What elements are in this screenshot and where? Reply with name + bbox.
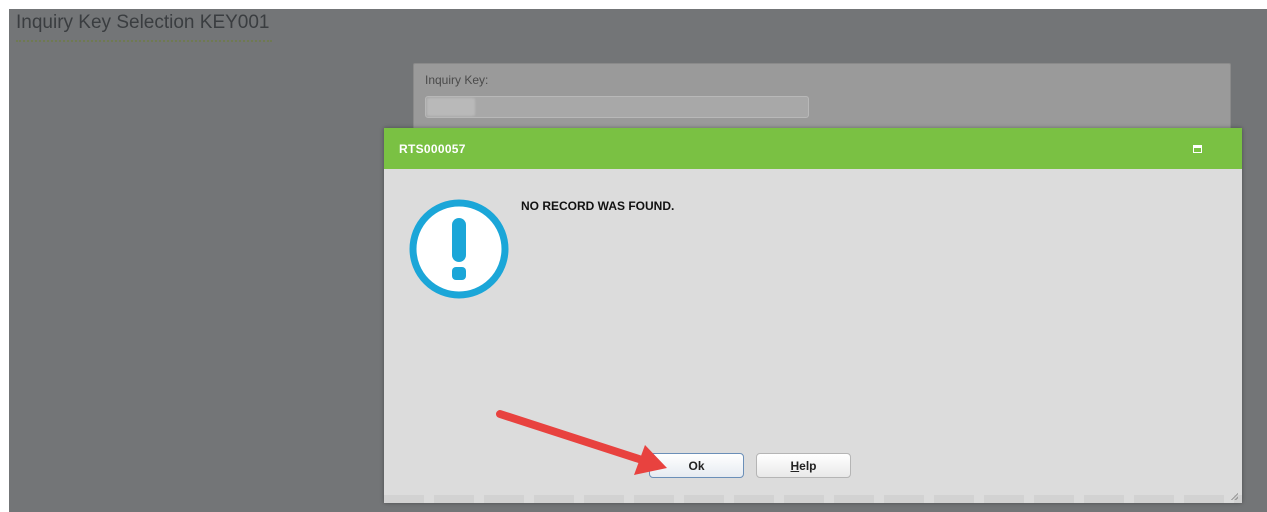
dialog-header[interactable]: RTS000057 bbox=[384, 128, 1242, 169]
help-button-mnemonic: H bbox=[790, 459, 800, 473]
page-title: Inquiry Key Selection KEY001 bbox=[16, 12, 270, 33]
resize-grip-icon[interactable] bbox=[1230, 492, 1238, 500]
exclamation-circle-icon bbox=[409, 199, 509, 299]
dialog-title: RTS000057 bbox=[399, 142, 466, 156]
maximize-icon[interactable] bbox=[1193, 145, 1202, 153]
inquiry-key-redacted-value bbox=[427, 98, 475, 116]
message-dialog: RTS000057 NO RECORD WAS FOUND. Ok Help bbox=[384, 128, 1242, 503]
dialog-status-strip bbox=[384, 495, 1242, 503]
inquiry-key-input[interactable] bbox=[425, 96, 809, 118]
dialog-message: NO RECORD WAS FOUND. bbox=[521, 199, 675, 213]
help-button[interactable]: Help bbox=[756, 453, 851, 478]
help-button-label: elp bbox=[799, 459, 817, 473]
ok-button[interactable]: Ok bbox=[649, 453, 744, 478]
title-underline bbox=[16, 40, 272, 42]
inquiry-key-label: Inquiry Key: bbox=[425, 73, 489, 87]
